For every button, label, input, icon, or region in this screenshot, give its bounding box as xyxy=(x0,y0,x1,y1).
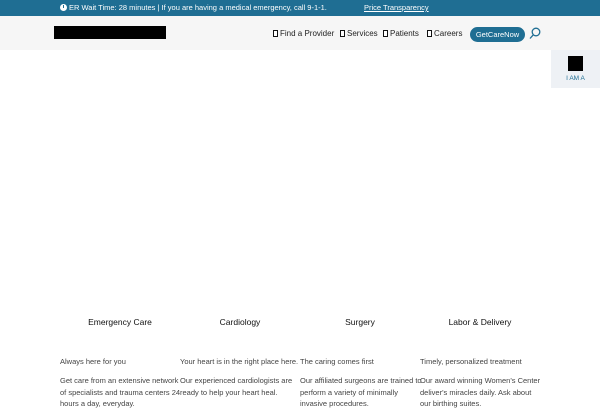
service-title[interactable]: Emergency Care xyxy=(60,317,180,327)
service-tagline: Your heart is in the right place here. xyxy=(180,357,299,366)
nav-services[interactable]: Services xyxy=(340,29,378,38)
service-tagline: The caring comes first xyxy=(300,357,374,366)
service-description: Our experienced cardiologists are ready … xyxy=(180,376,293,397)
price-transparency-link[interactable]: Price Transparency xyxy=(364,3,429,12)
nav-services-label: Services xyxy=(347,29,378,38)
i-am-a-tab[interactable]: I AM A xyxy=(551,50,600,88)
service-description: Our award winning Women's Center deliver… xyxy=(420,376,541,408)
service-cardiology: Cardiology Your heart is in the right pl… xyxy=(180,317,300,397)
service-description: Our affiliated surgeons are trained to p… xyxy=(300,376,422,408)
service-tagline: Timely, personalized treatment xyxy=(420,357,522,366)
service-surgery: Surgery The caring comes first Our affil… xyxy=(300,317,422,408)
patients-icon xyxy=(383,30,388,37)
site-header: Find a Provider Services Patients Career… xyxy=(0,16,600,50)
alert-bar: ER Wait Time: 28 minutes | If you are ha… xyxy=(0,0,600,16)
service-labor-delivery: Labor & Delivery Timely, personalized tr… xyxy=(420,317,540,408)
service-title[interactable]: Surgery xyxy=(300,317,420,327)
nav-careers-label: Careers xyxy=(434,29,463,38)
nav-find-a-provider-label: Find a Provider xyxy=(280,29,335,38)
site-logo[interactable] xyxy=(54,26,166,39)
get-care-now-button[interactable]: GetCareNow xyxy=(470,27,525,42)
i-am-a-label: I AM A xyxy=(566,75,585,82)
nav-patients[interactable]: Patients xyxy=(383,29,419,38)
services-icon xyxy=(340,30,345,37)
service-title[interactable]: Labor & Delivery xyxy=(420,317,540,327)
service-title[interactable]: Cardiology xyxy=(180,317,300,327)
careers-icon xyxy=(427,30,432,37)
nav-careers[interactable]: Careers xyxy=(427,29,462,38)
service-tagline: Always here for you xyxy=(60,357,126,366)
er-wait-time-text: ER Wait Time: 28 minutes | If you are ha… xyxy=(69,3,327,12)
search-icon[interactable] xyxy=(529,27,541,40)
nav-find-a-provider[interactable]: Find a Provider xyxy=(273,29,334,38)
clock-icon xyxy=(60,4,67,11)
service-description: Get care from an extensive network of sp… xyxy=(60,376,181,408)
find-provider-icon xyxy=(273,30,278,37)
service-emergency-care: Emergency Care Always here for you Get c… xyxy=(60,317,180,408)
i-am-a-icon xyxy=(568,56,583,71)
nav-patients-label: Patients xyxy=(390,29,419,38)
